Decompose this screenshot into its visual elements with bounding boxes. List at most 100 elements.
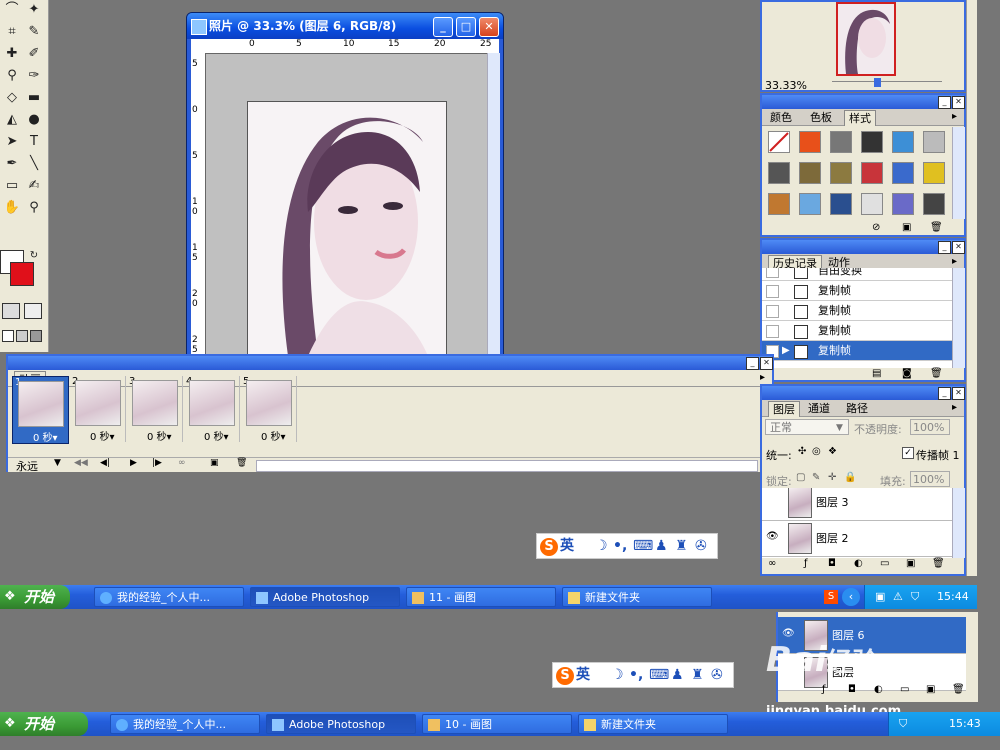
no-style-swatch[interactable] bbox=[768, 131, 790, 153]
lock-position-icon[interactable]: ✛ bbox=[828, 472, 836, 483]
navigator-zoom[interactable]: 33.33% bbox=[765, 79, 807, 92]
ime-lang[interactable]: 英 bbox=[560, 538, 574, 554]
zoom-slider[interactable] bbox=[832, 81, 942, 88]
loop-select[interactable]: 永远 bbox=[16, 458, 38, 474]
style-swatch[interactable] bbox=[768, 162, 790, 184]
history-item[interactable]: 复制帧 bbox=[762, 281, 952, 301]
style-swatch[interactable] bbox=[799, 193, 821, 215]
swap-colors-icon[interactable]: ↻ bbox=[24, 246, 44, 266]
animation-frame[interactable]: 4 0 秒▾ bbox=[184, 376, 240, 443]
panel-minimize-icon[interactable]: _ bbox=[938, 387, 951, 400]
document-titlebar[interactable]: 照片 @ 33.3% (图层 6, RGB/8) _ □ ✕ bbox=[187, 13, 503, 39]
style-swatch[interactable] bbox=[861, 162, 883, 184]
healing-brush-icon[interactable]: ✚ bbox=[2, 44, 22, 64]
unify-visibility-icon[interactable]: ◎ bbox=[812, 446, 821, 457]
ime-toolbar[interactable]: S英 ☽ •, ⌨ ♟ ♜ ✇ bbox=[536, 533, 718, 559]
style-swatch[interactable] bbox=[923, 162, 945, 184]
layer-visibility-toggle[interactable] bbox=[766, 495, 778, 507]
wrench-icon[interactable]: ✇ bbox=[695, 534, 707, 558]
style-swatch[interactable] bbox=[768, 193, 790, 215]
loop-dropdown-icon[interactable]: ▼ bbox=[54, 458, 61, 468]
new-layer-icon[interactable]: ▣ bbox=[906, 558, 915, 569]
history-checkbox[interactable] bbox=[766, 268, 779, 278]
skin-shirt-icon[interactable]: ♜ bbox=[691, 663, 704, 687]
keyboard-icon[interactable]: ⌨ bbox=[633, 534, 653, 558]
dodge-tool-icon[interactable]: ● bbox=[24, 110, 44, 130]
tab-channels[interactable]: 通道 bbox=[804, 401, 834, 416]
moon-icon[interactable]: ☽ bbox=[595, 534, 608, 558]
magic-wand-icon[interactable]: ✦ bbox=[24, 0, 44, 20]
brush-tool-icon[interactable]: ✐ bbox=[24, 44, 44, 64]
document-scrollbar[interactable] bbox=[487, 53, 500, 355]
panel-minimize-icon[interactable]: _ bbox=[938, 241, 951, 254]
history-brush-icon[interactable]: ✑ bbox=[24, 66, 44, 86]
clock[interactable]: 15:44 bbox=[937, 585, 969, 609]
clear-style-icon[interactable]: ⊘ bbox=[872, 222, 880, 233]
adjustment-layer-icon[interactable]: ◐ bbox=[874, 684, 883, 695]
taskbar-item-paint[interactable]: 11 - 画图 bbox=[406, 587, 556, 607]
propagate-checkbox[interactable]: ✓ bbox=[902, 447, 914, 459]
clock[interactable]: 15:43 bbox=[949, 712, 981, 736]
taskbar-item-folder[interactable]: 新建文件夹 bbox=[562, 587, 712, 607]
close-icon[interactable]: ✕ bbox=[479, 17, 499, 37]
style-swatch[interactable] bbox=[799, 162, 821, 184]
quickmask-mode-icon[interactable] bbox=[24, 303, 42, 319]
layer-style-icon[interactable]: ƒ bbox=[804, 558, 808, 569]
lock-all-icon[interactable]: 🔒 bbox=[844, 472, 856, 483]
animation-panel-titlebar[interactable]: _ ✕ bbox=[8, 356, 773, 370]
layers-scrollbar[interactable] bbox=[952, 488, 965, 558]
document-window[interactable]: 照片 @ 33.3% (图层 6, RGB/8) _ □ ✕ 0 5 10 15… bbox=[186, 12, 504, 357]
panel-minimize-icon[interactable]: _ bbox=[746, 357, 759, 370]
notes-tool-icon[interactable]: ▭ bbox=[2, 176, 22, 196]
style-swatch[interactable] bbox=[892, 131, 914, 153]
lasso-tool-icon[interactable]: ⌒ bbox=[2, 0, 22, 20]
panel-minimize-icon[interactable]: _ bbox=[938, 96, 951, 109]
shield-icon[interactable]: ⛉ bbox=[899, 712, 907, 736]
start-button[interactable]: ❖ 开始 bbox=[0, 585, 70, 609]
screen-mode-1-icon[interactable] bbox=[2, 330, 14, 342]
new-group-icon[interactable]: ▭ bbox=[900, 684, 909, 695]
play-icon[interactable]: ▶ bbox=[130, 458, 137, 468]
delete-layer-icon[interactable]: 🗑 bbox=[932, 558, 945, 569]
style-swatch[interactable] bbox=[830, 131, 852, 153]
layer-style-icon[interactable]: ƒ bbox=[822, 684, 826, 695]
eraser-tool-icon[interactable]: ◇ bbox=[2, 88, 22, 108]
standard-mode-icon[interactable] bbox=[2, 303, 20, 319]
security-warning-icon[interactable]: ⚠ bbox=[893, 585, 903, 609]
skin-shirt-icon[interactable]: ♜ bbox=[675, 534, 688, 558]
gradient-tool-icon[interactable]: ▬ bbox=[24, 88, 44, 108]
eyedropper-icon[interactable]: ✍ bbox=[24, 176, 44, 196]
hand-tool-icon[interactable]: ✋ bbox=[2, 198, 22, 218]
history-checkbox[interactable] bbox=[766, 305, 779, 318]
style-swatch[interactable] bbox=[861, 193, 883, 215]
opacity-input[interactable]: 100% bbox=[910, 419, 950, 435]
taskbar-item-photoshop[interactable]: Adobe Photoshop bbox=[250, 587, 400, 607]
punctuation-icon[interactable]: •, bbox=[613, 534, 627, 558]
delete-frame-icon[interactable]: 🗑 bbox=[236, 458, 247, 468]
maximize-icon[interactable]: □ bbox=[456, 17, 476, 37]
zoom-tool-icon[interactable]: ⚲ bbox=[24, 198, 44, 218]
unify-style-icon[interactable]: ❖ bbox=[828, 446, 837, 457]
panel-close-icon[interactable]: ✕ bbox=[760, 357, 773, 370]
crop-tool-icon[interactable]: ⌗ bbox=[2, 22, 22, 42]
styles-scrollbar[interactable] bbox=[952, 127, 965, 219]
history-panel-titlebar[interactable]: _ ✕ bbox=[762, 240, 965, 254]
shield-icon[interactable]: ⛉ bbox=[911, 585, 919, 609]
layer-row[interactable]: 图层 3 bbox=[762, 488, 952, 521]
adjustment-layer-icon[interactable]: ◐ bbox=[854, 558, 863, 569]
style-swatch[interactable] bbox=[830, 193, 852, 215]
user-icon[interactable]: ♟ bbox=[671, 663, 684, 687]
layer-row[interactable]: 👁 图层 2 bbox=[762, 520, 952, 557]
style-swatch[interactable] bbox=[830, 162, 852, 184]
screen-mode-3-icon[interactable] bbox=[30, 330, 42, 342]
tray-expand-icon[interactable]: ‹ bbox=[842, 588, 860, 606]
eye-icon[interactable]: 👁 bbox=[782, 628, 795, 640]
layer-mask-icon[interactable]: ◘ bbox=[828, 558, 836, 569]
panel-close-icon[interactable]: ✕ bbox=[952, 96, 965, 109]
history-checkbox[interactable] bbox=[766, 325, 779, 338]
new-group-icon[interactable]: ▭ bbox=[880, 558, 889, 569]
unify-position-icon[interactable]: ✣ bbox=[798, 446, 806, 457]
punctuation-icon[interactable]: •, bbox=[629, 663, 643, 687]
wrench-icon[interactable]: ✇ bbox=[711, 663, 723, 687]
tab-layers[interactable]: 图层 bbox=[768, 401, 800, 417]
